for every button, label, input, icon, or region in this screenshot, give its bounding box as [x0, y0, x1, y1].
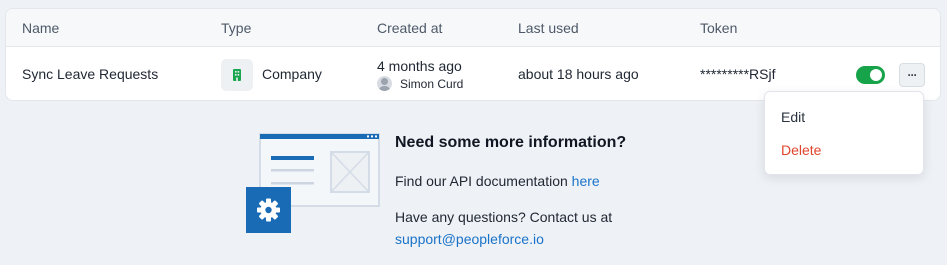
enabled-toggle[interactable] [856, 66, 885, 84]
row-last-used: about 18 hours ago [518, 66, 639, 82]
info-title: Need some more information? [395, 134, 627, 151]
row-name: Sync Leave Requests [22, 66, 159, 82]
avatar [377, 76, 392, 91]
column-header-created-at[interactable]: Created at [377, 20, 442, 36]
row-created-ago: 4 months ago [377, 58, 462, 74]
column-header-last-used[interactable]: Last used [518, 20, 579, 36]
row-actions-menu: Edit Delete [764, 91, 924, 175]
row-token: *********RSjf [700, 66, 776, 82]
delete-menu-item[interactable]: Delete [781, 142, 821, 158]
docs-text: Find our API documentation [395, 173, 568, 189]
docs-line: Find our API documentation here [395, 173, 600, 189]
questions-text: Have any questions? Contact us at [395, 209, 613, 225]
building-icon [221, 59, 253, 91]
toggle-knob [870, 69, 882, 81]
table-header: Name Type Created at Last used Token [6, 9, 940, 47]
api-keys-table: Name Type Created at Last used Token Syn… [5, 8, 941, 101]
edit-menu-item[interactable]: Edit [781, 109, 805, 125]
column-header-token[interactable]: Token [700, 20, 737, 36]
gear-icon [257, 198, 280, 222]
creator-name: Simon Curd [400, 76, 464, 91]
api-documentation-illustration [246, 133, 380, 233]
support-email-link[interactable]: support@peopleforce.io [395, 231, 544, 247]
row-creator: Simon Curd [377, 76, 463, 91]
column-header-name[interactable]: Name [22, 20, 59, 36]
row-type: Company [262, 66, 322, 82]
column-header-type[interactable]: Type [221, 20, 251, 36]
more-actions-button[interactable]: ··· [899, 63, 925, 87]
docs-link[interactable]: here [572, 173, 600, 189]
